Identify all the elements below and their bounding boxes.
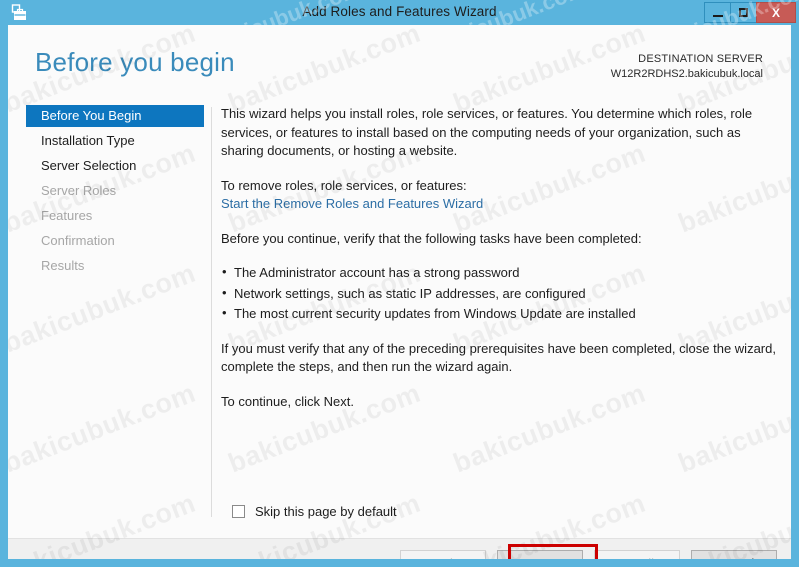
remove-roles-wizard-link[interactable]: Start the Remove Roles and Features Wiza… (221, 196, 483, 211)
page-header: Before you begin DESTINATION SERVER W12R… (8, 25, 791, 100)
minimize-icon (712, 14, 723, 17)
install-button: Install (594, 550, 680, 559)
wizard-window: bakicubuk.com bakicubuk.com bakicubuk.co… (0, 0, 799, 567)
wizard-step-nav: Before You Begin Installation Type Serve… (8, 105, 204, 525)
page-title: Before you begin (35, 47, 235, 77)
continue-note: To continue, click Next. (221, 393, 354, 409)
list-item: The most current security updates from W… (221, 304, 776, 324)
skip-page-checkbox-label: Skip this page by default (255, 504, 397, 519)
destination-server-block: DESTINATION SERVER W12R2RDHS2.bakicubuk.… (611, 52, 763, 82)
window-title: Add Roles and Features Wizard (302, 4, 497, 19)
client-area: Before you begin DESTINATION SERVER W12R… (8, 25, 791, 559)
next-button[interactable]: Next > (497, 550, 583, 559)
maximize-icon (739, 8, 748, 17)
prerequisite-note: If you must verify that any of the prece… (221, 340, 776, 375)
sidebar-item-server-selection[interactable]: Server Selection (8, 155, 204, 177)
wizard-footer: < Previous Next > Install Cancel (8, 538, 791, 559)
sidebar-item-features: Features (41, 208, 93, 223)
destination-server-name: W12R2RDHS2.bakicubuk.local (610, 68, 763, 80)
sidebar-divider (211, 107, 212, 517)
cancel-button[interactable]: Cancel (691, 550, 777, 559)
title-bar: bakicubuk.com bakicubuk.com bakicubuk.co… (0, 0, 799, 25)
sidebar-item-before-you-begin[interactable]: Before You Begin (26, 105, 204, 127)
sidebar-item-installation-type[interactable]: Installation Type (8, 130, 204, 152)
maximize-button[interactable] (730, 2, 757, 23)
sidebar-item-results: Results (41, 258, 85, 273)
minimize-button[interactable] (704, 2, 731, 23)
remove-heading: To remove roles, role services, or featu… (221, 177, 467, 193)
sidebar-item-confirmation: Confirmation (41, 233, 115, 248)
previous-button: < Previous (400, 550, 486, 559)
skip-page-checkbox-row[interactable]: Skip this page by default (232, 504, 397, 519)
main-content: This wizard helps you install roles, rol… (221, 105, 776, 427)
skip-page-checkbox[interactable] (232, 505, 245, 518)
verify-heading: Before you continue, verify that the fol… (221, 230, 642, 246)
window-controls: X (704, 2, 796, 23)
close-button[interactable]: X (756, 2, 796, 23)
destination-server-label: DESTINATION SERVER (638, 53, 763, 65)
list-item: Network settings, such as static IP addr… (221, 284, 776, 304)
prerequisite-task-list: The Administrator account has a strong p… (221, 263, 776, 324)
list-item: The Administrator account has a strong p… (221, 263, 776, 283)
footer-button-group: < Previous Next > Install Cancel (400, 550, 777, 559)
sidebar-item-server-roles: Server Roles (41, 183, 117, 198)
intro-paragraph: This wizard helps you install roles, rol… (221, 106, 753, 158)
